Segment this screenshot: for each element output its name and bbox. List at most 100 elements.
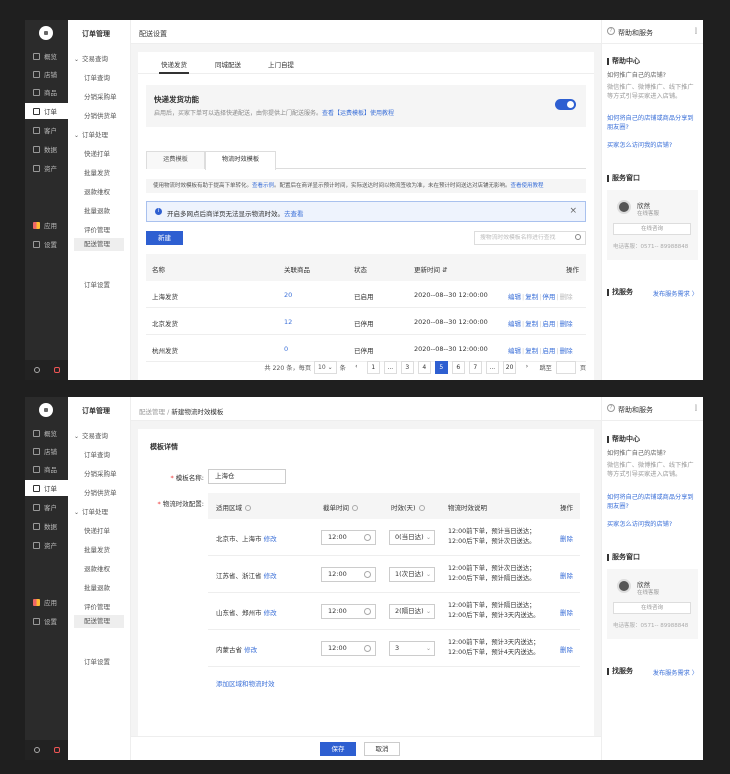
bell-icon[interactable]	[54, 747, 60, 753]
express-toggle[interactable]	[555, 99, 576, 110]
nav-item-overview[interactable]: 概览	[25, 425, 68, 441]
cancel-button[interactable]: 取消	[364, 742, 400, 756]
linked-goods-link[interactable]: 20	[284, 291, 292, 299]
pager-page[interactable]: 1	[366, 360, 380, 374]
add-region-link[interactable]: 添加区域和物流时效	[216, 680, 275, 688]
help-link-visit[interactable]: 买家怎么访问我的店铺?	[607, 141, 699, 150]
sub-item-batch-ship[interactable]: 批量发货	[84, 544, 110, 554]
pager-page-current[interactable]: 5	[434, 360, 448, 374]
disable-link[interactable]: 停用	[542, 293, 555, 301]
feature-tutorial-link[interactable]: 查看【运费模板】使用教程	[322, 110, 394, 117]
sub-item-order-settings[interactable]: 订单设置	[84, 656, 110, 666]
nav-item-store[interactable]: 店铺	[25, 66, 68, 82]
nav-item-settings[interactable]: 设置	[25, 236, 68, 252]
collapse-icon[interactable]: ⫿	[695, 27, 697, 36]
sub-item-order-settings[interactable]: 订单设置	[84, 279, 110, 289]
nav-item-orders[interactable]: 订单	[25, 103, 68, 119]
sub-group-order-process[interactable]: 订单处理	[74, 506, 108, 516]
pager-page[interactable]: 7	[468, 360, 482, 374]
edit-area-link[interactable]: 修改	[244, 646, 257, 654]
sub-item-delivery[interactable]: 配送管理	[74, 615, 124, 628]
pager-ellipsis[interactable]: ...	[383, 360, 397, 374]
delete-link[interactable]: 删除	[560, 535, 573, 543]
sub-group-trade-query[interactable]: 交易查询	[74, 430, 108, 440]
sub-item-delivery[interactable]: 配送管理	[74, 238, 124, 251]
sub-item-purchase[interactable]: 分销采购单	[84, 468, 117, 478]
sub-group-trade-query[interactable]: 交易查询	[74, 53, 108, 63]
days-select[interactable]: 0(当日达) ⌄	[389, 530, 435, 545]
shop-logo[interactable]	[39, 403, 53, 417]
nav-item-settings[interactable]: 设置	[25, 613, 68, 629]
sub-group-order-process[interactable]: 订单处理	[74, 129, 108, 139]
tab-freight-template[interactable]: 运费模板	[146, 151, 205, 169]
pager-page[interactable]: 6	[451, 360, 465, 374]
edit-area-link[interactable]: 修改	[264, 609, 277, 617]
nav-item-data[interactable]: 数据	[25, 518, 68, 534]
nav-item-assets[interactable]: 资产	[25, 160, 68, 176]
sub-item-express-print[interactable]: 快递打单	[84, 525, 110, 535]
pager-page[interactable]: 4	[417, 360, 431, 374]
nav-item-data[interactable]: 数据	[25, 141, 68, 157]
pager-next[interactable]: ›	[520, 361, 533, 374]
nav-item-goods[interactable]: 商品	[25, 461, 68, 477]
sub-item-batch-refund[interactable]: 批量退款	[84, 205, 110, 215]
days-select[interactable]: 3 ⌄	[389, 641, 435, 656]
online-consult-button[interactable]: 在线咨询	[613, 223, 691, 235]
delete-link[interactable]: 删除	[560, 320, 573, 328]
delete-link[interactable]: 删除	[560, 609, 573, 617]
enable-link[interactable]: 启用	[542, 347, 555, 355]
nav-item-orders[interactable]: 订单	[25, 480, 68, 496]
crumb-parent[interactable]: 配送管理	[139, 408, 165, 416]
sub-item-refund-rights[interactable]: 退款维权	[84, 563, 110, 573]
tab-express[interactable]: 快递发货	[159, 59, 189, 74]
tab-timeliness-template[interactable]: 物流时效模板	[205, 151, 276, 170]
copy-link[interactable]: 复制	[525, 320, 538, 328]
online-consult-button[interactable]: 在线咨询	[613, 602, 691, 614]
pager-prev[interactable]: ‹	[350, 361, 363, 374]
linked-goods-link[interactable]: 0	[284, 345, 288, 353]
sub-item-reviews[interactable]: 评价管理	[84, 224, 110, 234]
help-link-share[interactable]: 如何将自己的店铺或商品分享到朋友圈?	[607, 493, 699, 511]
nav-item-apps[interactable]: 应用	[25, 594, 68, 610]
enable-link[interactable]: 启用	[542, 320, 555, 328]
nav-item-customers[interactable]: 客户	[25, 499, 68, 515]
nav-item-customers[interactable]: 客户	[25, 122, 68, 138]
save-button[interactable]: 保存	[320, 742, 356, 756]
delete-link[interactable]: 删除	[560, 646, 573, 654]
search-input[interactable]: 搜物流时效模板名称进行查找	[474, 231, 586, 245]
pager-ellipsis[interactable]: ...	[485, 360, 499, 374]
edit-link[interactable]: 编辑	[508, 320, 521, 328]
nav-item-goods[interactable]: 商品	[25, 84, 68, 100]
edit-area-link[interactable]: 修改	[264, 535, 277, 543]
sub-item-express-print[interactable]: 快递打单	[84, 148, 110, 158]
pager-page[interactable]: 20	[502, 360, 517, 374]
copy-link[interactable]: 复制	[525, 293, 538, 301]
info-view-link[interactable]: 去查看	[284, 210, 304, 218]
shop-logo[interactable]	[39, 26, 53, 40]
pager-page[interactable]: 3	[400, 360, 414, 374]
cutoff-time-input[interactable]: 12:00	[321, 604, 376, 619]
help-link-visit[interactable]: 买家怎么访问我的店铺?	[607, 520, 699, 529]
cutoff-time-input[interactable]: 12:00	[321, 530, 376, 545]
sub-item-batch-refund[interactable]: 批量退款	[84, 582, 110, 592]
cutoff-time-input[interactable]: 12:00	[321, 641, 376, 656]
pager-jump-input[interactable]	[555, 360, 576, 374]
nav-item-store[interactable]: 店铺	[25, 443, 68, 459]
template-name-input[interactable]: 上海仓	[208, 469, 286, 484]
nav-item-assets[interactable]: 资产	[25, 537, 68, 553]
sub-item-order-query[interactable]: 订单查询	[84, 72, 110, 82]
page-size-select[interactable]: 10 ⌄	[314, 360, 337, 374]
edit-area-link[interactable]: 修改	[264, 572, 277, 580]
bell-icon[interactable]	[54, 367, 60, 373]
linked-goods-link[interactable]: 12	[284, 318, 292, 326]
publish-demand-link[interactable]: 发布服务需求 〉	[653, 289, 698, 298]
sub-item-supply[interactable]: 分销供货单	[84, 110, 117, 120]
sub-item-purchase[interactable]: 分销采购单	[84, 91, 117, 101]
days-select[interactable]: 2(隔日达) ⌄	[389, 604, 435, 619]
nav-item-apps[interactable]: 应用	[25, 217, 68, 233]
sub-item-order-query[interactable]: 订单查询	[84, 449, 110, 459]
edit-link[interactable]: 编辑	[508, 347, 521, 355]
search-icon[interactable]	[34, 367, 40, 373]
search-icon[interactable]	[34, 747, 40, 753]
nav-item-overview[interactable]: 概览	[25, 48, 68, 64]
